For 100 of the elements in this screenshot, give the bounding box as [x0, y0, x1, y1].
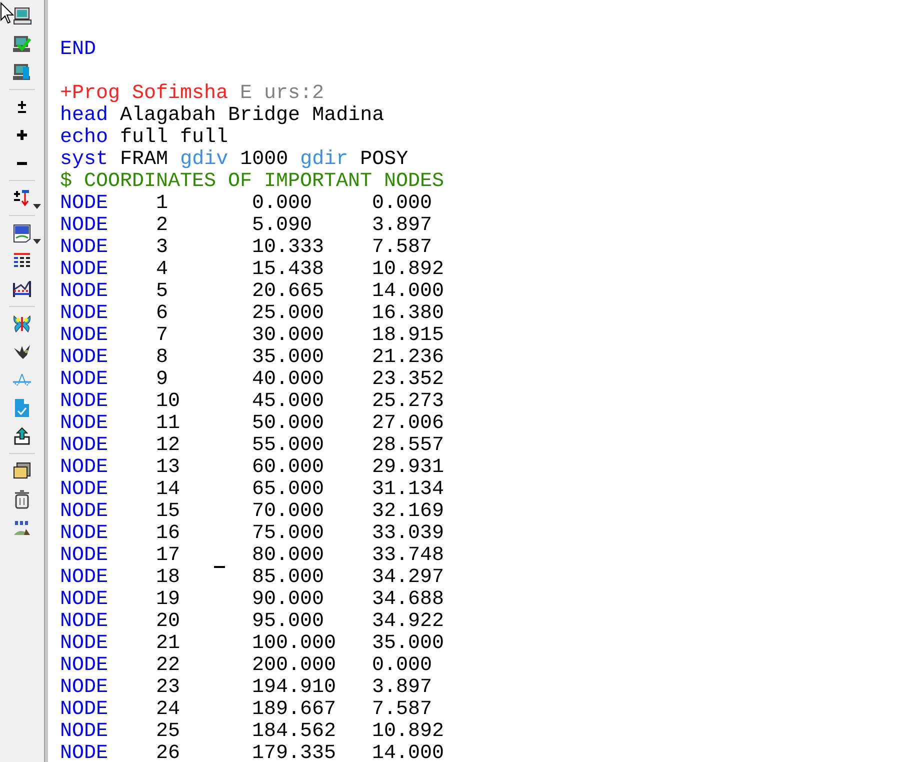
code-token: NODE: [60, 302, 108, 325]
code-token: 184.562: [252, 720, 336, 743]
code-token: NODE: [60, 258, 108, 281]
upload-icon: [12, 426, 32, 446]
minus-icon: [17, 162, 27, 164]
code-token: 34.688: [372, 588, 444, 611]
code-token: 14: [156, 478, 180, 501]
chart-icon: [12, 279, 32, 299]
code-token: 10.892: [372, 720, 444, 743]
code-token: FRAM: [120, 148, 168, 171]
document-check-icon: [12, 398, 32, 418]
code-token: 16.380: [372, 302, 444, 325]
code-token: 194.910: [252, 676, 336, 699]
code-token: 20.665: [252, 280, 324, 303]
code-token: Alagabah Bridge Madina: [120, 104, 384, 127]
code-token: 7.587: [372, 236, 432, 259]
code-token: NODE: [60, 324, 108, 347]
code-token: 30.000: [252, 324, 324, 347]
code-token: 33.039: [372, 522, 444, 545]
code-token: 6: [156, 302, 168, 325]
code-token: 55.000: [252, 434, 324, 457]
code-token: 31.134: [372, 478, 444, 501]
code-token: gdiv: [180, 148, 228, 171]
code-token: NODE: [60, 544, 108, 567]
monitor-icon: [12, 6, 32, 26]
code-token: 80.000: [252, 544, 324, 567]
code-token: 21: [156, 632, 180, 655]
code-token: NODE: [60, 522, 108, 545]
code-token: 35.000: [252, 346, 324, 369]
code-token: 8: [156, 346, 168, 369]
code-token: 23: [156, 676, 180, 699]
code-token: NODE: [60, 676, 108, 699]
code-token: 24: [156, 698, 180, 721]
document-icon: [12, 223, 32, 243]
code-token: NODE: [60, 478, 108, 501]
code-token: NODE: [60, 720, 108, 743]
code-token: NODE: [60, 610, 108, 633]
code-token: 4: [156, 258, 168, 281]
code-token: NODE: [60, 434, 108, 457]
code-token: NODE: [60, 632, 108, 655]
code-token: 17: [156, 544, 180, 567]
code-token: 65.000: [252, 478, 324, 501]
code-token: 22: [156, 654, 180, 677]
code-token: NODE: [60, 412, 108, 435]
code-token: 5: [156, 280, 168, 303]
code-token: 60.000: [252, 456, 324, 479]
code-token: 50.000: [252, 412, 324, 435]
code-token: NODE: [60, 742, 108, 762]
code-token: 1: [156, 192, 168, 215]
code-token: 26: [156, 742, 180, 762]
plus-minus-arrow-icon: [12, 188, 32, 208]
code-token: echo: [60, 126, 108, 149]
code-token: 11: [156, 412, 180, 435]
text-cursor-icon: [214, 566, 225, 568]
code-token: 9: [156, 368, 168, 391]
code-token: 45.000: [252, 390, 324, 413]
monitor-document-icon: [12, 62, 32, 82]
code-token: 35.000: [372, 632, 444, 655]
code-token: NODE: [60, 390, 108, 413]
code-token: NODE: [60, 280, 108, 303]
code-token: 18.915: [372, 324, 444, 347]
code-token: 10.333: [252, 236, 324, 259]
code-token: 34.922: [372, 610, 444, 633]
code-token: NODE: [60, 368, 108, 391]
code-token: 21.236: [372, 346, 444, 369]
code-token: END: [60, 38, 96, 61]
code-token: 189.667: [252, 698, 336, 721]
code-token: 25.000: [252, 302, 324, 325]
code-token: 14.000: [372, 742, 444, 762]
code-token: 10: [156, 390, 180, 413]
trash-icon: [12, 489, 32, 509]
code-token: 25: [156, 720, 180, 743]
plus-icon: [17, 130, 27, 140]
code-token: NODE: [60, 236, 108, 259]
code-token: syst: [60, 148, 108, 171]
code-token: E urs:2: [240, 82, 324, 105]
code-token: NODE: [60, 588, 108, 611]
code-token: 19: [156, 588, 180, 611]
mouse-pointer-icon: [0, 2, 14, 24]
code-token: 2: [156, 214, 168, 237]
code-token: 75.000: [252, 522, 324, 545]
code-token: 15.438: [252, 258, 324, 281]
code-token: 85.000: [252, 566, 324, 589]
code-token: 90.000: [252, 588, 324, 611]
code-token: 13: [156, 456, 180, 479]
code-token: 0.000: [252, 192, 312, 215]
code-token: 33.748: [372, 544, 444, 567]
code-token: NODE: [60, 346, 108, 369]
code-token: 0.000: [372, 654, 432, 677]
code-token: 23.352: [372, 368, 444, 391]
code-token: NODE: [60, 214, 108, 237]
code-token: 3: [156, 236, 168, 259]
code-token: NODE: [60, 456, 108, 479]
code-token: 27.006: [372, 412, 444, 435]
code-token: 100.000: [252, 632, 336, 655]
code-token: $ COORDINATES OF IMPORTANT NODES: [60, 170, 444, 193]
code-token: 25.273: [372, 390, 444, 413]
code-token: 16: [156, 522, 180, 545]
caret-icon: [33, 204, 41, 209]
code-token: POSY: [360, 148, 408, 171]
